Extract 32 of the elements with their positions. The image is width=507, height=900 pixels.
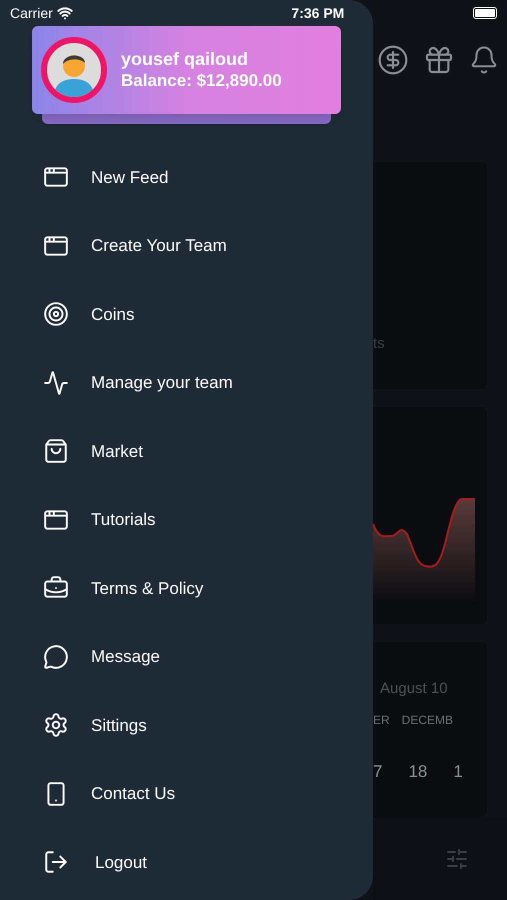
shopping-bag-icon [43,438,69,464]
carrier-label: Carrier [10,4,53,22]
menu-item[interactable]: Contact Us [0,760,373,828]
dollar-icon[interactable] [377,44,409,76]
menu-item[interactable]: Manage your team [0,348,373,417]
wifi-icon [56,5,73,21]
month-label: ER [373,712,390,728]
day-number[interactable]: 7 [373,758,382,784]
pulse-icon [43,370,69,396]
balance-text: Balance: $12,890.00 [121,70,282,92]
bell-icon[interactable] [469,45,499,75]
menu-item[interactable]: New Feed [0,143,373,212]
menu-item[interactable]: Market [0,417,373,486]
menu-item[interactable]: Terms & Policy [0,554,373,622]
target-icon [43,301,69,328]
menu-item[interactable]: Tutorials [0,486,373,554]
chat-bubble-icon [43,644,69,670]
calendar-date: August 10 [379,679,449,699]
month-label: DECEMB [402,712,454,728]
day-number[interactable]: 1 [453,758,463,784]
gift-icon[interactable] [423,44,455,76]
menu-item[interactable]: Coins [0,280,373,348]
menu-item[interactable]: Message [0,622,373,691]
settings-icon [43,712,69,738]
user-name: yousef qailoud [121,48,250,70]
day-number[interactable]: 18 [408,758,428,784]
menu-item[interactable]: Sittings [0,691,373,760]
menu-item[interactable]: Create Your Team [0,212,373,280]
status-time: 7:36 PM [291,4,344,22]
battery-icon [472,7,497,19]
menu-item[interactable]: Logout [0,828,373,896]
logout-icon [43,849,69,876]
